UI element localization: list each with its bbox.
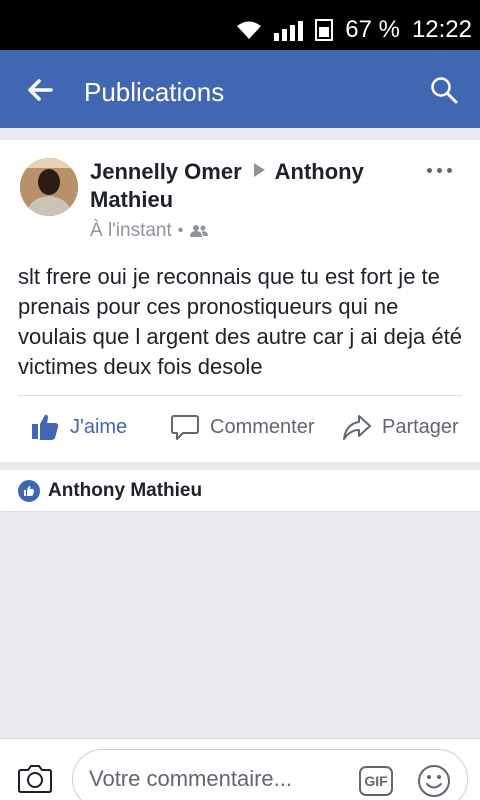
clock: 12:22 — [411, 16, 472, 43]
share-arrow-icon — [343, 415, 371, 440]
app-bar: Publications — [0, 50, 480, 128]
like-reaction-icon — [18, 479, 40, 502]
arrow-left-icon[interactable] — [26, 76, 54, 104]
wifi-icon — [237, 21, 262, 39]
share-label: Partager — [382, 415, 459, 438]
comment-label: Commenter — [210, 415, 315, 438]
post-meta: À l'instant • — [90, 220, 209, 242]
avatar[interactable] — [20, 158, 78, 216]
post-actions: J'aime Commenter Partager — [0, 396, 480, 462]
more-options-icon[interactable] — [427, 168, 452, 173]
friends-icon — [190, 225, 209, 237]
like-button[interactable]: J'aime — [30, 412, 127, 442]
like-label: J'aime — [70, 415, 128, 438]
post-card: Jennelly Omer Anthony Mathieu À l'instant… — [0, 140, 480, 462]
post-timestamp[interactable]: À l'instant — [90, 220, 172, 242]
avatar-image — [20, 158, 78, 216]
emoji-icon[interactable] — [417, 764, 451, 798]
comment-button[interactable]: Commenter — [170, 412, 314, 442]
thumbs-up-icon — [32, 414, 59, 440]
speech-bubble-icon — [171, 415, 199, 440]
post-text: slt frere oui je reconnais que tu est fo… — [18, 264, 462, 379]
page-title: Publications — [84, 77, 225, 107]
comment-field[interactable]: GIF — [72, 749, 468, 800]
share-button[interactable]: Partager — [342, 412, 459, 442]
signal-icon — [274, 19, 304, 41]
battery-icon — [315, 19, 334, 41]
author-name[interactable]: Jennelly Omer — [90, 159, 242, 184]
arrow-right-icon — [253, 163, 265, 177]
comment-input[interactable] — [89, 764, 349, 794]
camera-icon[interactable] — [18, 763, 52, 793]
status-bar: 67 % 12:22 — [0, 0, 480, 50]
status-icons: 67 % 12:22 — [236, 18, 472, 42]
reactions-summary[interactable]: Anthony Mathieu — [0, 470, 480, 512]
comment-composer: GIF — [0, 738, 480, 800]
reactor-name: Anthony Mathieu — [48, 479, 203, 501]
search-icon[interactable] — [430, 76, 458, 104]
comments-area — [0, 513, 480, 738]
gif-button[interactable]: GIF — [359, 766, 393, 796]
battery-percent: 67 % — [345, 16, 400, 43]
meta-separator: • — [177, 222, 184, 239]
post-author: Jennelly Omer Anthony Mathieu — [90, 158, 390, 214]
